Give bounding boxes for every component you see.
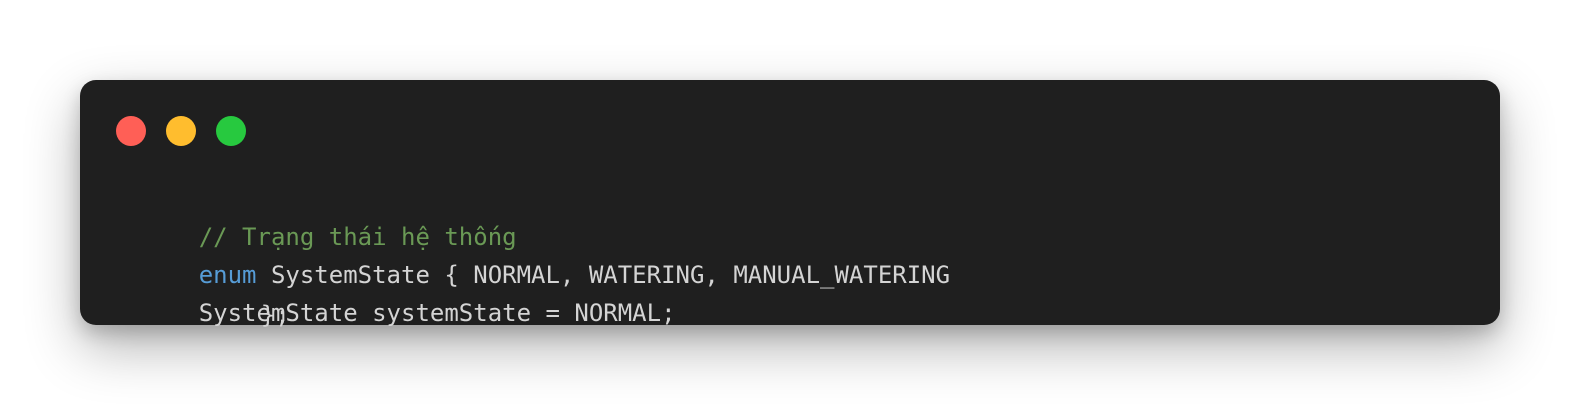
maximize-dot[interactable]	[216, 116, 246, 146]
minimize-dot[interactable]	[166, 116, 196, 146]
closing-brace-text: };	[260, 301, 290, 329]
code-block: // Trạng thái hệ thống enum SystemState …	[112, 180, 1468, 329]
code-line-2: enum SystemState { NORMAL, WATERING, MAN…	[112, 218, 950, 289]
close-dot[interactable]	[116, 116, 146, 146]
code-line-1: // Trạng thái hệ thống	[112, 180, 517, 251]
enum-closing-brace: };	[174, 258, 290, 329]
code-window: // Trạng thái hệ thống enum SystemState …	[80, 80, 1500, 329]
